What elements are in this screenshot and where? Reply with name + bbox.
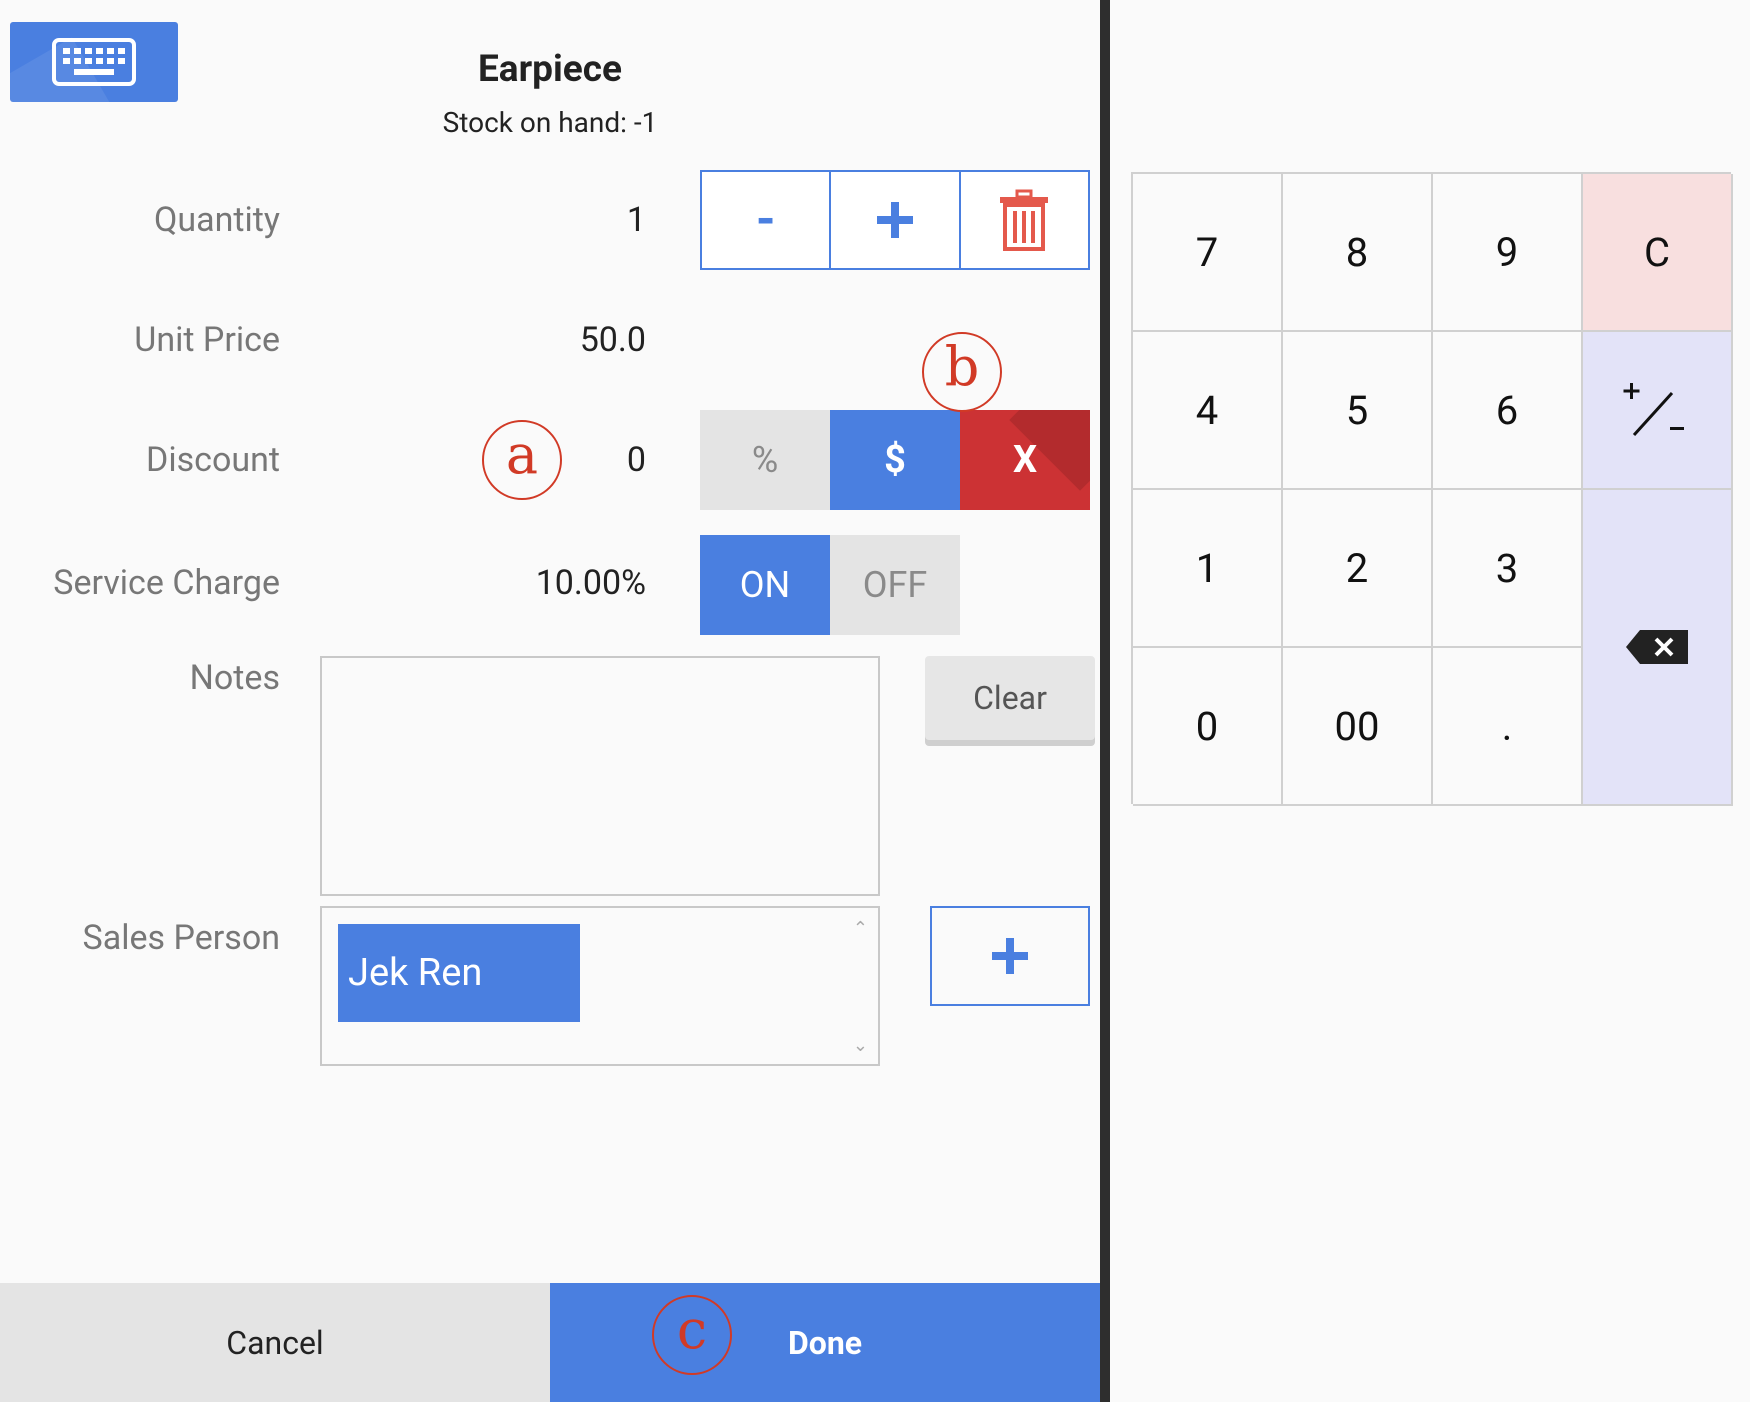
annotation-marker-a: a — [482, 420, 562, 500]
numpad-key-9[interactable]: 9 — [1433, 174, 1583, 332]
numpad-key-8[interactable]: 8 — [1283, 174, 1433, 332]
numpad-key-3[interactable]: 3 — [1433, 490, 1583, 648]
product-title: Earpiece — [477, 48, 622, 91]
quantity-label: Quantity — [153, 200, 280, 240]
remove-discount-label: X — [1012, 438, 1038, 482]
quantity-increment-button[interactable] — [831, 172, 961, 268]
sales-person-list[interactable]: Jek Ren ⌃ ⌄ — [320, 906, 880, 1066]
numpad-key-2[interactable]: 2 — [1283, 490, 1433, 648]
numpad-key-plus-minus[interactable] — [1583, 332, 1733, 490]
keyboard-toggle-button[interactable] — [10, 22, 178, 102]
numpad-key-6[interactable]: 6 — [1433, 332, 1583, 490]
scroll-up-icon[interactable]: ⌃ — [853, 918, 868, 939]
service-charge-off-button[interactable]: OFF — [830, 535, 960, 635]
discount-dollar-button[interactable]: $ — [830, 410, 960, 510]
discount-label: Discount — [146, 440, 280, 480]
notes-input[interactable] — [320, 656, 880, 896]
delete-item-button[interactable] — [961, 172, 1088, 268]
edit-item-panel: Earpiece Stock on hand: -1 Quantity 1 - … — [0, 0, 1100, 1402]
backspace-icon — [1626, 630, 1688, 664]
unit-price-value[interactable]: 50.0 — [400, 320, 646, 360]
quantity-controls: - — [700, 170, 1090, 270]
done-button[interactable]: Done — [550, 1283, 1100, 1402]
notes-label: Notes — [189, 658, 280, 698]
discount-percent-button[interactable]: % — [700, 410, 830, 510]
quantity-decrement-button[interactable]: - — [702, 172, 832, 268]
annotation-marker-c: c — [652, 1295, 732, 1375]
annotation-marker-b: b — [922, 332, 1002, 412]
panel-divider — [1100, 0, 1110, 1402]
numpad-key-decimal[interactable]: . — [1433, 648, 1583, 806]
numpad-key-clear[interactable]: C — [1583, 174, 1733, 332]
numpad-key-4[interactable]: 4 — [1133, 332, 1283, 490]
service-charge-label: Service Charge — [53, 563, 280, 603]
clear-notes-button[interactable]: Clear — [925, 656, 1095, 740]
service-charge-on-button[interactable]: ON — [700, 535, 830, 635]
discount-type-selector: % $ X — [700, 410, 1090, 510]
trash-icon — [1000, 189, 1049, 251]
unit-price-label: Unit Price — [134, 320, 280, 360]
numpad-key-7[interactable]: 7 — [1133, 174, 1283, 332]
plus-minus-icon — [1623, 383, 1684, 437]
service-charge-value: 10.00% — [535, 563, 646, 603]
service-charge-toggle: ON OFF — [700, 535, 960, 635]
remove-discount-button[interactable]: X — [960, 410, 1090, 510]
numpad: 7 8 9 C 4 5 6 1 2 3 0 00 . — [1131, 172, 1733, 806]
numpad-key-backspace[interactable] — [1583, 490, 1733, 806]
add-sales-person-button[interactable] — [930, 906, 1090, 1006]
sales-person-item[interactable]: Jek Ren — [338, 924, 580, 1022]
numpad-panel: 7 8 9 C 4 5 6 1 2 3 0 00 . — [1110, 0, 1750, 1402]
cancel-button[interactable]: Cancel — [0, 1283, 550, 1402]
sales-person-label: Sales Person — [82, 918, 280, 958]
stock-on-hand: Stock on hand: -1 — [442, 106, 658, 139]
quantity-value[interactable]: 1 — [400, 200, 646, 240]
keyboard-icon — [52, 38, 136, 86]
scroll-down-icon[interactable]: ⌄ — [853, 1035, 868, 1056]
plus-icon — [876, 202, 913, 238]
plus-icon — [992, 938, 1028, 974]
numpad-key-0[interactable]: 0 — [1133, 648, 1283, 806]
numpad-key-00[interactable]: 00 — [1283, 648, 1433, 806]
numpad-key-1[interactable]: 1 — [1133, 490, 1283, 648]
numpad-key-5[interactable]: 5 — [1283, 332, 1433, 490]
